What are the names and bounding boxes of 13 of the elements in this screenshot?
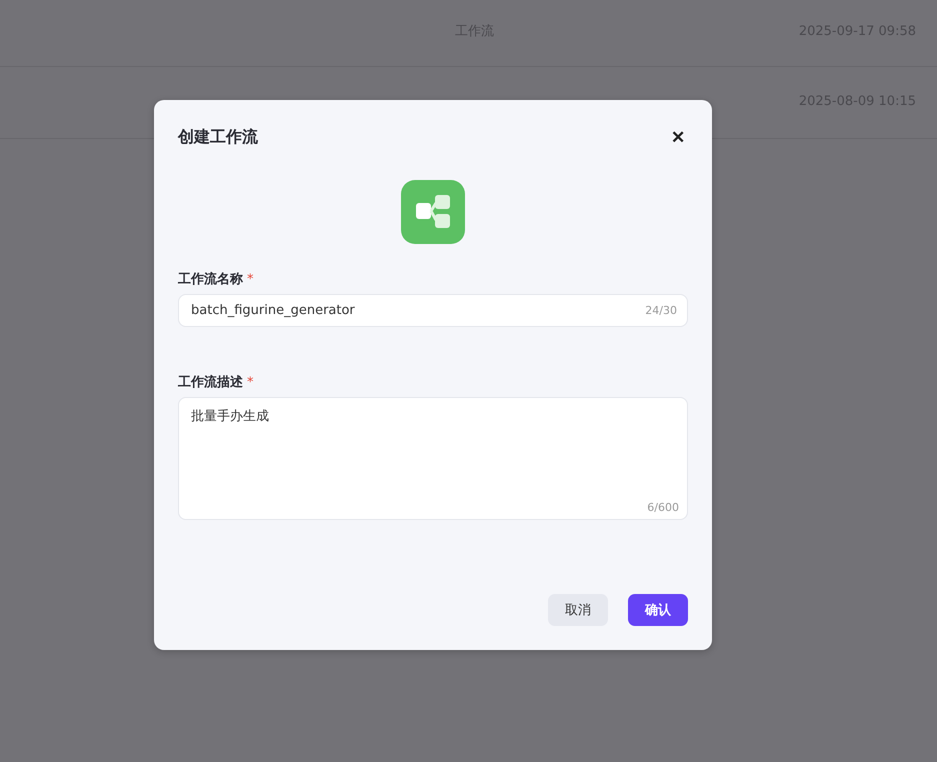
workflow-icon — [401, 180, 465, 244]
dialog-title: 创建工作流 — [178, 126, 258, 148]
cancel-button[interactable]: 取消 — [548, 594, 608, 626]
input-field[interactable]: batch_figurine_generator 24/30 — [178, 294, 688, 327]
field-label: 工作流名称 — [178, 270, 243, 288]
confirm-button[interactable]: 确认 — [628, 594, 688, 626]
field-label: 工作流描述 — [178, 374, 243, 391]
required-mark: * — [247, 374, 254, 390]
close-button[interactable]: ✕ — [668, 126, 688, 148]
character-count: 24/30 — [645, 304, 677, 317]
text-area[interactable]: 批量手办生成 6/600 — [178, 397, 688, 520]
character-count: 6/600 — [647, 501, 679, 514]
required-mark: * — [247, 272, 254, 286]
